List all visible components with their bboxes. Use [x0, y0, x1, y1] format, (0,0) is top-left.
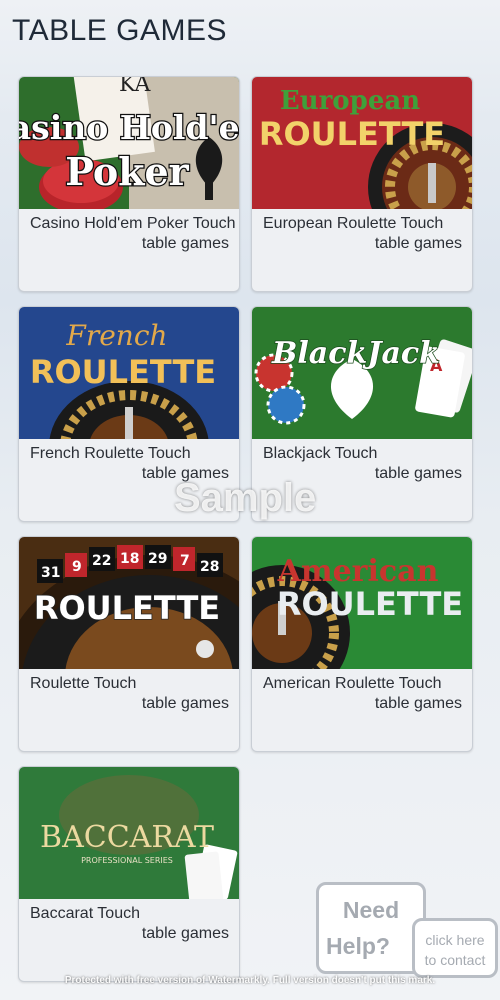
thumb-text: European: [280, 86, 420, 116]
thumb-text: ROULETTE: [277, 585, 463, 623]
page-title: TABLE GAMES: [12, 14, 228, 47]
game-title[interactable]: Roulette Touch: [30, 675, 136, 693]
thumb-text: 31: [41, 565, 60, 581]
thumb-text: 7: [180, 553, 190, 569]
game-card-european-roulette[interactable]: European ROULETTE European Roulette Touc…: [251, 76, 473, 292]
game-category: table games: [141, 925, 229, 942]
game-card-baccarat[interactable]: BACCARAT PROFESSIONAL SERIES Baccarat To…: [18, 766, 240, 982]
game-card-casino-holdem[interactable]: KA Casino Hold'em Poker Casino Hold'em P…: [18, 76, 240, 292]
game-title[interactable]: French Roulette Touch: [30, 445, 191, 463]
game-title[interactable]: Baccarat Touch: [30, 905, 140, 923]
game-category: table games: [141, 695, 229, 712]
thumb-text: PROFESSIONAL SERIES: [81, 856, 173, 865]
thumb-text: 22: [92, 553, 111, 569]
game-thumbnail[interactable]: French ROULETTE: [19, 307, 239, 439]
thumb-text: BACCARAT: [40, 820, 214, 855]
need-help-button[interactable]: Need Help?: [316, 882, 426, 974]
thumb-text: American: [277, 554, 439, 589]
game-category: table games: [374, 465, 462, 482]
help-label: Help?: [326, 933, 390, 959]
thumb-text: French: [65, 319, 167, 352]
game-title[interactable]: Casino Hold'em Poker Touch: [30, 215, 236, 233]
game-title[interactable]: Blackjack Touch: [263, 445, 377, 463]
thumb-text: 18: [120, 551, 139, 567]
game-thumbnail[interactable]: 31 9 22 18 29 7 28 ROULETTE: [19, 537, 239, 669]
sample-watermark: Sample: [174, 476, 317, 520]
game-thumbnail[interactable]: American ROULETTE: [252, 537, 472, 669]
watermark-notice: Protected with free version of Watermark…: [64, 975, 436, 986]
thumb-text: 28: [200, 559, 219, 575]
thumb-text: ROULETTE: [30, 353, 216, 391]
game-title[interactable]: European Roulette Touch: [263, 215, 443, 233]
game-card-roulette[interactable]: 31 9 22 18 29 7 28 ROULETTE Roulette Tou…: [18, 536, 240, 752]
thumb-text: 9: [72, 559, 82, 575]
thumb-text: 29: [148, 551, 167, 567]
game-category: table games: [141, 235, 229, 252]
game-thumbnail[interactable]: European ROULETTE: [252, 77, 472, 209]
thumb-text: Casino Hold'em: [19, 108, 239, 147]
thumb-text: Poker: [65, 149, 189, 194]
game-card-american-roulette[interactable]: American ROULETTE American Roulette Touc…: [251, 536, 473, 752]
svg-text:KA: KA: [119, 77, 152, 97]
game-thumbnail[interactable]: BACCARAT PROFESSIONAL SERIES: [19, 767, 239, 899]
game-title[interactable]: American Roulette Touch: [263, 675, 441, 693]
contact-button[interactable]: click here to contact: [412, 918, 498, 978]
game-thumbnail[interactable]: KA Casino Hold'em Poker: [19, 77, 239, 209]
game-category: table games: [374, 695, 462, 712]
thumb-text: ROULETTE: [34, 589, 220, 627]
contact-label: to contact: [424, 952, 486, 968]
game-thumbnail[interactable]: A BlackJack: [252, 307, 472, 439]
contact-label: click here: [425, 932, 485, 948]
thumb-text: BlackJack: [271, 336, 440, 371]
game-category: table games: [374, 235, 462, 252]
thumb-text: ROULETTE: [259, 115, 445, 153]
help-label: Need: [342, 897, 400, 923]
